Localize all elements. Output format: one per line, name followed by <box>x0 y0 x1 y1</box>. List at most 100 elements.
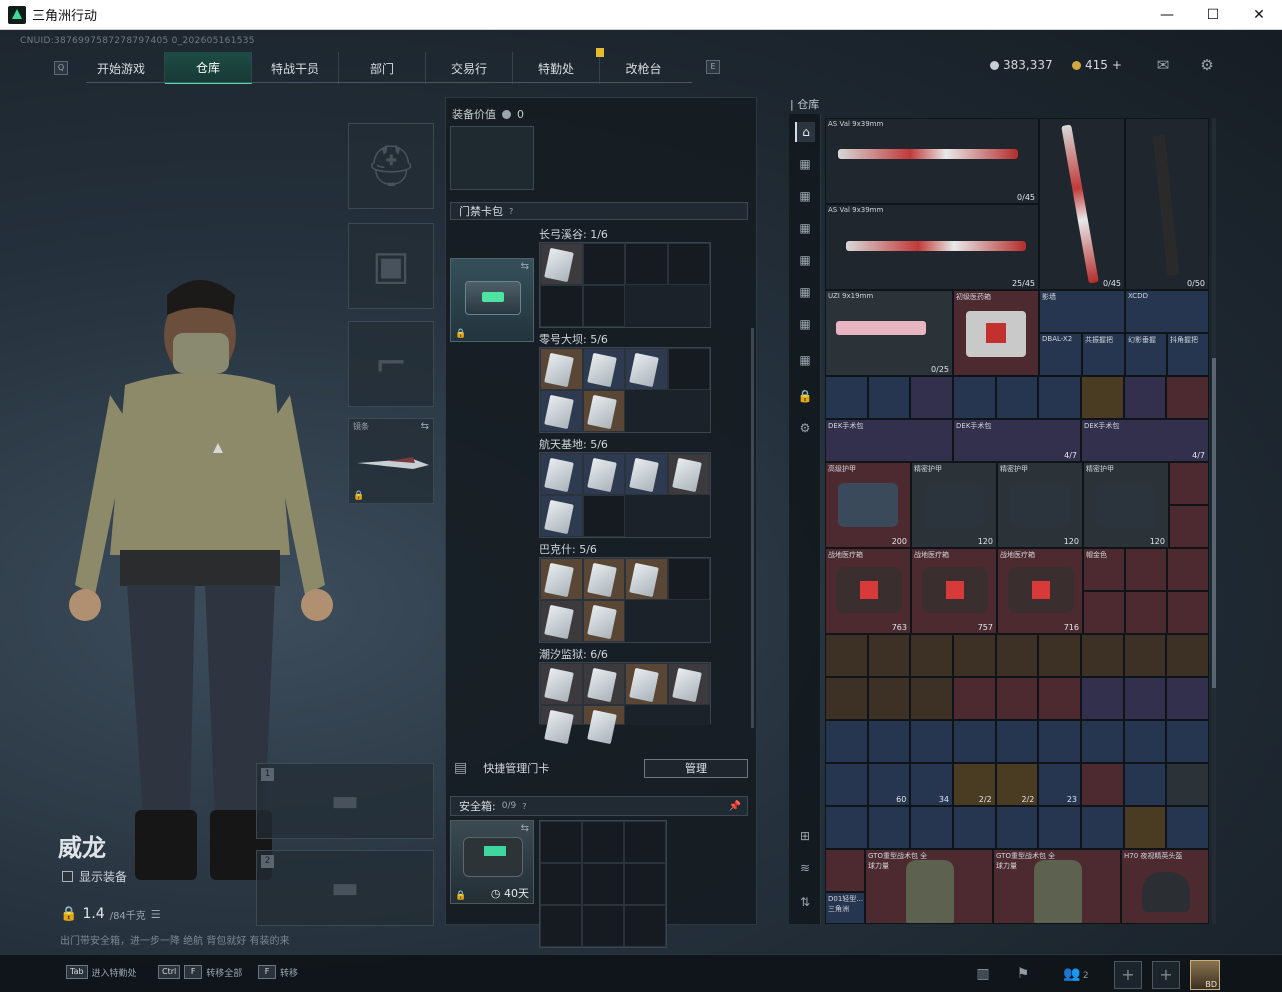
stash-item[interactable] <box>1166 806 1209 849</box>
stash-item[interactable] <box>910 376 953 419</box>
stash-item[interactable] <box>953 677 996 720</box>
stash-item[interactable]: 精密护甲 120 <box>997 462 1083 548</box>
maximize-button[interactable]: ☐ <box>1190 0 1236 30</box>
stash-item[interactable] <box>1081 763 1124 806</box>
stash-item[interactable]: DEK手术包 4/7 <box>1081 419 1209 462</box>
stash-item[interactable] <box>1038 376 1081 419</box>
coupon-display[interactable]: 415 + <box>1072 58 1122 72</box>
stash-item[interactable] <box>1167 548 1209 591</box>
avatar[interactable]: BD <box>1190 960 1220 990</box>
stash-item[interactable] <box>825 634 868 677</box>
stash-item[interactable]: 抖角握把 <box>1167 333 1209 376</box>
stash-item[interactable] <box>1081 634 1124 677</box>
stats-icon[interactable]: ▥ <box>972 963 994 985</box>
stash-item[interactable] <box>1123 763 1167 806</box>
stash-item[interactable] <box>825 376 868 419</box>
category-page-7-icon[interactable]: ▦ <box>795 350 815 370</box>
keycard-item[interactable] <box>582 600 625 642</box>
stash-item[interactable] <box>1038 806 1081 849</box>
tab-gunsmith[interactable]: 改枪台 <box>600 52 687 84</box>
tab-special-ops[interactable]: 特勤处 <box>513 52 600 84</box>
swap-icon[interactable]: ⇆ <box>421 421 429 432</box>
empty-cell[interactable] <box>540 863 582 905</box>
stash-item[interactable] <box>1166 376 1209 419</box>
keycard-item[interactable] <box>625 453 668 495</box>
stash-item[interactable] <box>995 806 1039 849</box>
empty-cell[interactable] <box>540 821 582 863</box>
empty-cell[interactable] <box>624 863 666 905</box>
stash-item[interactable] <box>1083 591 1125 634</box>
stash-item[interactable] <box>1038 634 1081 677</box>
stash-item[interactable]: UZI 9x19mm 0/25 <box>825 290 953 376</box>
empty-cell[interactable] <box>667 558 710 600</box>
keycard-holder[interactable]: ⇆ 🔒 <box>450 258 534 342</box>
stash-item[interactable]: 34 <box>910 763 953 806</box>
stash-item[interactable] <box>825 720 868 763</box>
keycard-item[interactable] <box>540 600 583 642</box>
stash-item[interactable]: 精密护甲 120 <box>911 462 997 548</box>
swap-icon[interactable]: ⇆ <box>521 823 529 834</box>
primary-weapon-slot[interactable]: 1 ▬ <box>256 763 434 839</box>
stash-item[interactable]: GTO重型战术包 全球力量 <box>993 849 1121 924</box>
show-equipment-checkbox[interactable] <box>62 871 73 882</box>
stash-item[interactable] <box>995 677 1039 720</box>
keycard-item[interactable] <box>625 558 668 600</box>
category-page-5-icon[interactable]: ▦ <box>795 282 815 302</box>
friends-icon[interactable]: 👥 2 <box>1060 963 1092 985</box>
stash-item[interactable]: 高级护甲 200 <box>825 462 911 548</box>
stash-item[interactable] <box>995 720 1039 763</box>
empty-cell[interactable] <box>582 495 625 537</box>
keycard-item[interactable] <box>667 453 710 495</box>
category-page-6-icon[interactable]: ▦ <box>795 314 815 334</box>
stash-item[interactable] <box>825 806 868 849</box>
stash-item[interactable]: 60 <box>867 763 911 806</box>
stash-item[interactable] <box>1169 505 1209 548</box>
tab-market[interactable]: 交易行 <box>426 52 513 84</box>
stash-item[interactable]: 2/2 <box>953 763 996 806</box>
keycard-item[interactable] <box>540 663 583 705</box>
stash-item[interactable] <box>867 677 911 720</box>
keycard-item[interactable] <box>582 390 625 432</box>
stash-item[interactable] <box>867 720 911 763</box>
keycard-scrollbar[interactable] <box>751 328 754 728</box>
flag-icon[interactable]: ⚑ <box>1012 963 1034 985</box>
hint-transfer[interactable]: F 转移 <box>258 965 298 979</box>
stash-item[interactable]: GTO重型战术包 全球力量 <box>865 849 993 924</box>
stash-item[interactable]: XCDD <box>1125 290 1209 333</box>
stash-item[interactable] <box>1166 677 1209 720</box>
safebox-container[interactable]: ⇆ 🔒 ◷ 40天 <box>450 820 534 904</box>
keycard-item[interactable] <box>540 558 583 600</box>
tab-operators[interactable]: 特战干员 <box>252 52 339 84</box>
category-settings-icon[interactable]: ⚙ <box>795 418 815 438</box>
stash-item[interactable]: 战地医疗箱 716 <box>997 548 1083 634</box>
stash-item[interactable]: 初级医药箱 <box>953 290 1039 376</box>
stash-item[interactable] <box>910 677 953 720</box>
empty-cell[interactable] <box>540 285 583 327</box>
category-page-3-icon[interactable]: ▦ <box>795 218 815 238</box>
stash-item[interactable] <box>953 634 996 677</box>
stash-item[interactable]: DEK手术包 <box>825 419 953 462</box>
stash-item[interactable]: 精密护甲 120 <box>1083 462 1169 548</box>
category-page-1-icon[interactable]: ▦ <box>795 154 815 174</box>
tab-warehouse[interactable]: 仓库 <box>165 52 252 84</box>
stash-item[interactable] <box>1123 376 1167 419</box>
stash-item[interactable]: 战地医疗箱 763 <box>825 548 911 634</box>
stash-item[interactable] <box>910 720 953 763</box>
keycard-item[interactable] <box>540 495 583 537</box>
stash-item[interactable] <box>1123 720 1167 763</box>
category-page-2-icon[interactable]: ▦ <box>795 186 815 206</box>
stash-item[interactable] <box>825 763 868 806</box>
stash-layers-icon[interactable]: ≋ <box>795 858 815 878</box>
keycard-item[interactable] <box>582 453 625 495</box>
stash-item[interactable] <box>1125 548 1167 591</box>
swap-icon[interactable]: ⇆ <box>521 261 529 272</box>
settings-gear-icon[interactable]: ⚙ <box>1197 56 1217 74</box>
keycard-item[interactable] <box>540 390 583 432</box>
stash-item[interactable] <box>1123 677 1167 720</box>
manage-button[interactable]: 管理 <box>644 759 748 778</box>
empty-cell[interactable] <box>540 905 582 947</box>
stash-item[interactable] <box>910 634 953 677</box>
stash-item[interactable]: DEK手术包 4/7 <box>953 419 1081 462</box>
stash-item[interactable]: 影墙 <box>1039 290 1125 333</box>
keycard-item[interactable] <box>667 663 710 705</box>
